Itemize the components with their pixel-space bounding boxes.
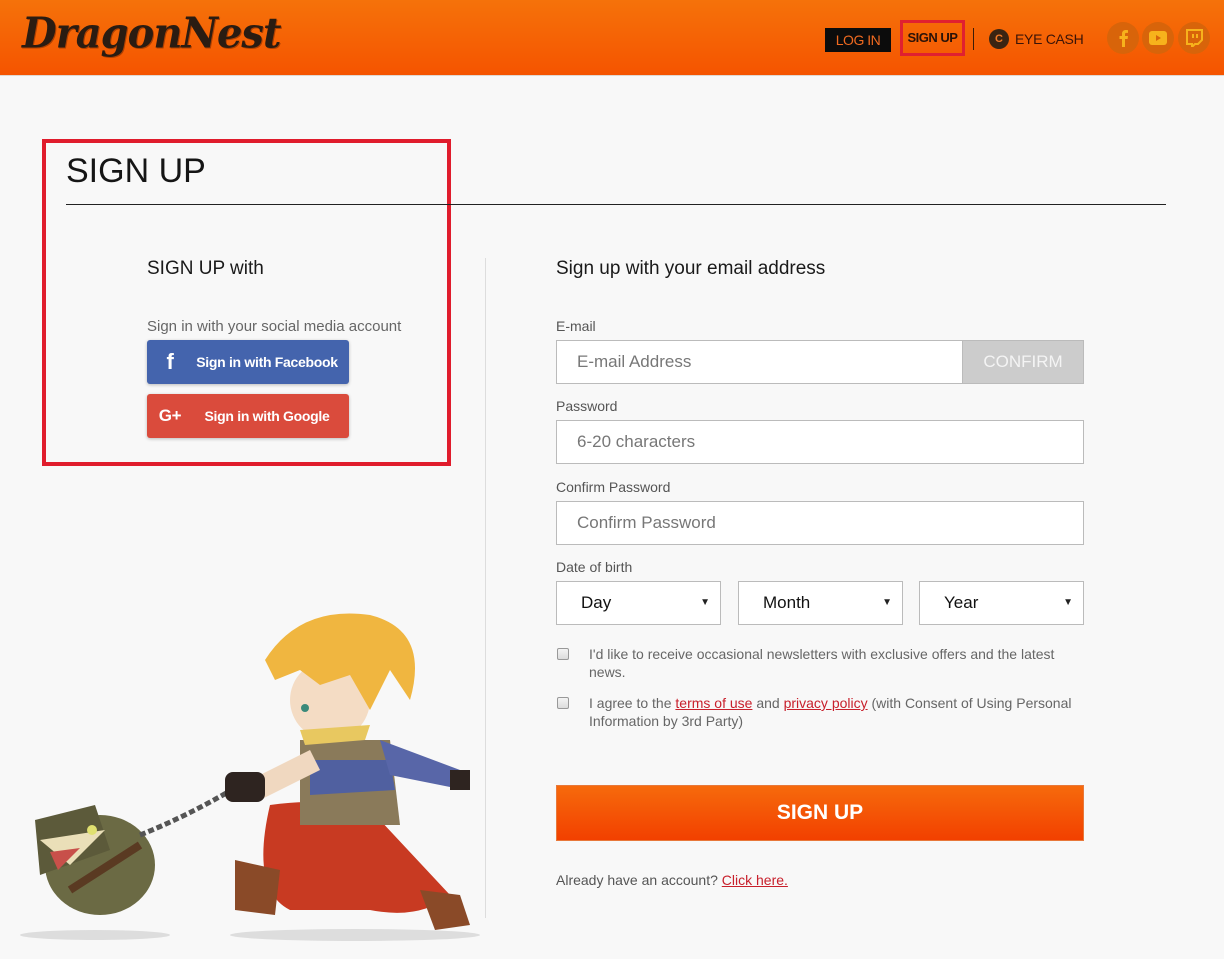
facebook-signin-button[interactable]: f Sign in with Facebook: [147, 340, 349, 384]
column-divider: [485, 258, 486, 918]
chevron-down-icon: ▼: [882, 597, 892, 608]
day-select[interactable]: Day ▼: [556, 581, 721, 625]
page-title: SIGN UP: [66, 152, 206, 190]
confirm-password-input[interactable]: [556, 501, 1084, 545]
year-select-value: Year: [944, 593, 979, 612]
title-divider: [66, 204, 1166, 205]
email-label: E-mail: [556, 318, 596, 334]
agree-middle: and: [752, 695, 784, 711]
google-plus-icon: G+: [158, 406, 182, 425]
twitch-icon: [1186, 29, 1203, 47]
character-illustration: [20, 613, 480, 941]
chevron-down-icon: ▼: [1063, 597, 1073, 608]
password-label: Password: [556, 398, 618, 414]
youtube-icon: [1149, 31, 1167, 45]
chevron-down-icon: ▼: [700, 597, 710, 608]
google-signin-button[interactable]: G+ Sign in with Google: [147, 394, 349, 438]
eye-cash-link[interactable]: C EYE CASH: [989, 29, 1084, 49]
coin-icon: C: [989, 29, 1009, 49]
login-button[interactable]: LOG IN: [825, 28, 891, 52]
social-signup-heading: SIGN UP with: [147, 258, 264, 279]
terms-of-use-link[interactable]: terms of use: [675, 695, 752, 711]
eye-cash-label: EYE CASH: [1015, 31, 1084, 47]
privacy-policy-link[interactable]: privacy policy: [784, 695, 868, 711]
year-select[interactable]: Year ▼: [919, 581, 1084, 625]
facebook-social-button[interactable]: [1107, 22, 1139, 54]
agree-prefix: I agree to the: [589, 695, 676, 711]
facebook-icon: [1119, 30, 1128, 47]
password-input[interactable]: [556, 420, 1084, 464]
agree-terms-checkbox[interactable]: [557, 697, 569, 709]
month-select[interactable]: Month ▼: [738, 581, 903, 625]
youtube-social-button[interactable]: [1142, 22, 1174, 54]
already-text: Already have an account?: [556, 872, 722, 888]
social-signup-hint: Sign in with your social media account: [147, 318, 402, 335]
month-select-value: Month: [763, 593, 811, 612]
site-header: DragonNest LOG IN SIGN UP C EYE CASH: [0, 0, 1224, 76]
email-input[interactable]: [556, 340, 963, 384]
dragon-nest-logo[interactable]: DragonNest: [22, 9, 281, 58]
nav-divider: [973, 28, 974, 50]
newsletter-checkbox[interactable]: [557, 648, 569, 660]
agree-terms-text: I agree to the terms of use and privacy …: [589, 694, 1089, 730]
twitch-social-button[interactable]: [1178, 22, 1210, 54]
facebook-signin-label: Sign in with Facebook: [196, 354, 338, 370]
confirm-password-label: Confirm Password: [556, 479, 671, 495]
signup-nav-button[interactable]: SIGN UP: [900, 20, 965, 56]
confirm-email-button[interactable]: CONFIRM: [962, 340, 1084, 384]
day-select-value: Day: [581, 593, 612, 612]
newsletter-text: I'd like to receive occasional newslette…: [589, 646, 1055, 680]
email-signup-heading: Sign up with your email address: [556, 258, 826, 279]
login-link[interactable]: Click here.: [722, 872, 788, 888]
signup-submit-button[interactable]: SIGN UP: [556, 785, 1084, 841]
google-signin-label: Sign in with Google: [204, 408, 330, 424]
already-have-account: Already have an account? Click here.: [556, 872, 788, 888]
dob-label: Date of birth: [556, 559, 633, 575]
facebook-icon: f: [166, 349, 174, 374]
